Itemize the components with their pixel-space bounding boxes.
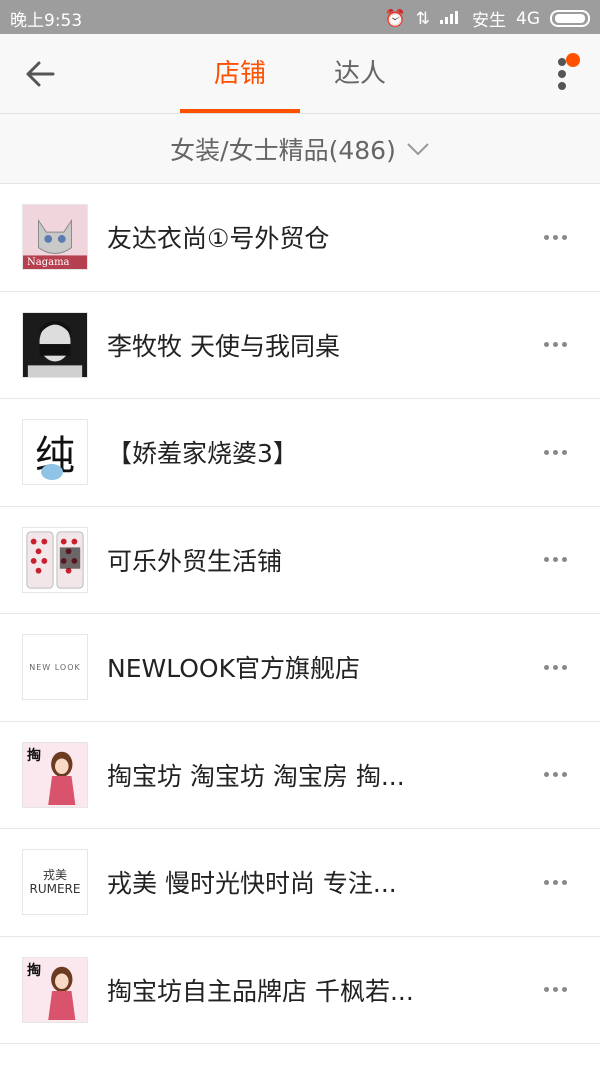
shop-list-item[interactable]: 戎美 RUMERE 戎美 慢时光快时尚 专注... xyxy=(0,829,600,937)
more-dot-icon xyxy=(558,58,566,66)
shop-more-button[interactable] xyxy=(540,545,570,575)
shop-name: 友达衣尚①号外贸仓 xyxy=(107,224,330,254)
shop-avatar: 戎美 RUMERE xyxy=(22,849,88,916)
shop-name: 李牧牧 天使与我同桌 xyxy=(107,331,340,361)
shop-name: 戎美 慢时光快时尚 专注... xyxy=(107,869,397,899)
avatar-caption: NEW LOOK xyxy=(29,662,81,672)
shop-list-item[interactable]: 掏 掏宝坊 淘宝坊 淘宝房 掏... xyxy=(0,722,600,829)
shop-name: 【娇羞家烧婆3】 xyxy=(107,439,298,469)
cola-cans-icon xyxy=(26,531,84,589)
shop-list: Nagama 友达衣尚①号外贸仓 李牧牧 天使与我同桌 纯 【娇羞家烧婆3】 可… xyxy=(0,184,600,1044)
shop-name: NEWLOOK官方旗舰店 xyxy=(107,654,361,684)
carrier-label: 安生 xyxy=(472,11,506,31)
shop-avatar xyxy=(22,311,88,378)
alarm-icon: ⏰ xyxy=(384,8,406,29)
shop-avatar: 纯 xyxy=(22,419,88,486)
shop-avatar: Nagama xyxy=(22,204,88,271)
tab-experts[interactable]: 达人 xyxy=(300,34,420,114)
top-nav: 店铺 达人 xyxy=(0,34,600,114)
back-arrow-icon xyxy=(26,61,55,87)
signal-icon xyxy=(440,8,462,29)
more-dot-icon xyxy=(558,82,566,90)
shop-more-button[interactable] xyxy=(540,867,570,897)
shop-more-button[interactable] xyxy=(540,330,570,360)
shop-avatar: 掏 xyxy=(22,741,88,808)
battery-icon xyxy=(550,10,590,27)
avatar-caption: 戎美 RUMERE xyxy=(29,867,81,897)
chevron-down-icon xyxy=(407,142,429,155)
shop-list-item[interactable]: 纯 【娇羞家烧婆3】 xyxy=(0,399,600,507)
avatar-caption: 掏 xyxy=(27,747,41,764)
status-indicators: ⏰ ⇅ 安生 4G xyxy=(385,6,590,31)
shop-more-button[interactable] xyxy=(540,652,570,682)
data-transfer-icon: ⇅ xyxy=(415,8,430,29)
shop-more-button[interactable] xyxy=(540,975,570,1005)
more-menu-button[interactable] xyxy=(542,50,586,98)
shop-more-button[interactable] xyxy=(540,222,570,252)
active-tab-indicator xyxy=(180,109,300,113)
status-bar: 晚上9:53 ⏰ ⇅ 安生 4G xyxy=(0,0,600,34)
network-label: 4G xyxy=(516,8,540,29)
shop-name: 掏宝坊 淘宝坊 淘宝房 掏... xyxy=(107,761,405,791)
shop-list-item[interactable]: 掏 掏宝坊自主品牌店 千枫若... xyxy=(0,937,600,1044)
shop-more-button[interactable] xyxy=(540,437,570,467)
person-photo-icon xyxy=(23,312,87,377)
tab-shops[interactable]: 店铺 xyxy=(180,34,300,114)
shop-list-item[interactable]: 李牧牧 天使与我同桌 xyxy=(0,292,600,399)
shop-avatar xyxy=(22,526,88,593)
shop-list-item[interactable]: Nagama 友达衣尚①号外贸仓 xyxy=(0,184,600,292)
category-filter[interactable]: 女装/女士精品(486) xyxy=(0,114,600,184)
notification-badge xyxy=(566,53,580,67)
more-dot-icon xyxy=(558,70,566,78)
category-filter-label: 女装/女士精品(486) xyxy=(170,135,396,165)
avatar-caption: Nagama xyxy=(27,257,70,269)
shop-list-item[interactable]: NEW LOOK NEWLOOK官方旗舰店 xyxy=(0,614,600,722)
back-button[interactable] xyxy=(18,52,62,96)
shop-name: 可乐外贸生活铺 xyxy=(107,546,283,576)
avatar-caption: 掏 xyxy=(27,962,41,979)
shop-name: 掏宝坊自主品牌店 千枫若... xyxy=(107,976,414,1006)
shop-avatar: NEW LOOK xyxy=(22,634,88,701)
shop-more-button[interactable] xyxy=(540,760,570,790)
status-time: 晚上9:53 xyxy=(10,11,83,31)
shop-list-item[interactable]: 可乐外贸生活铺 xyxy=(0,507,600,614)
shop-avatar: 掏 xyxy=(22,956,88,1023)
